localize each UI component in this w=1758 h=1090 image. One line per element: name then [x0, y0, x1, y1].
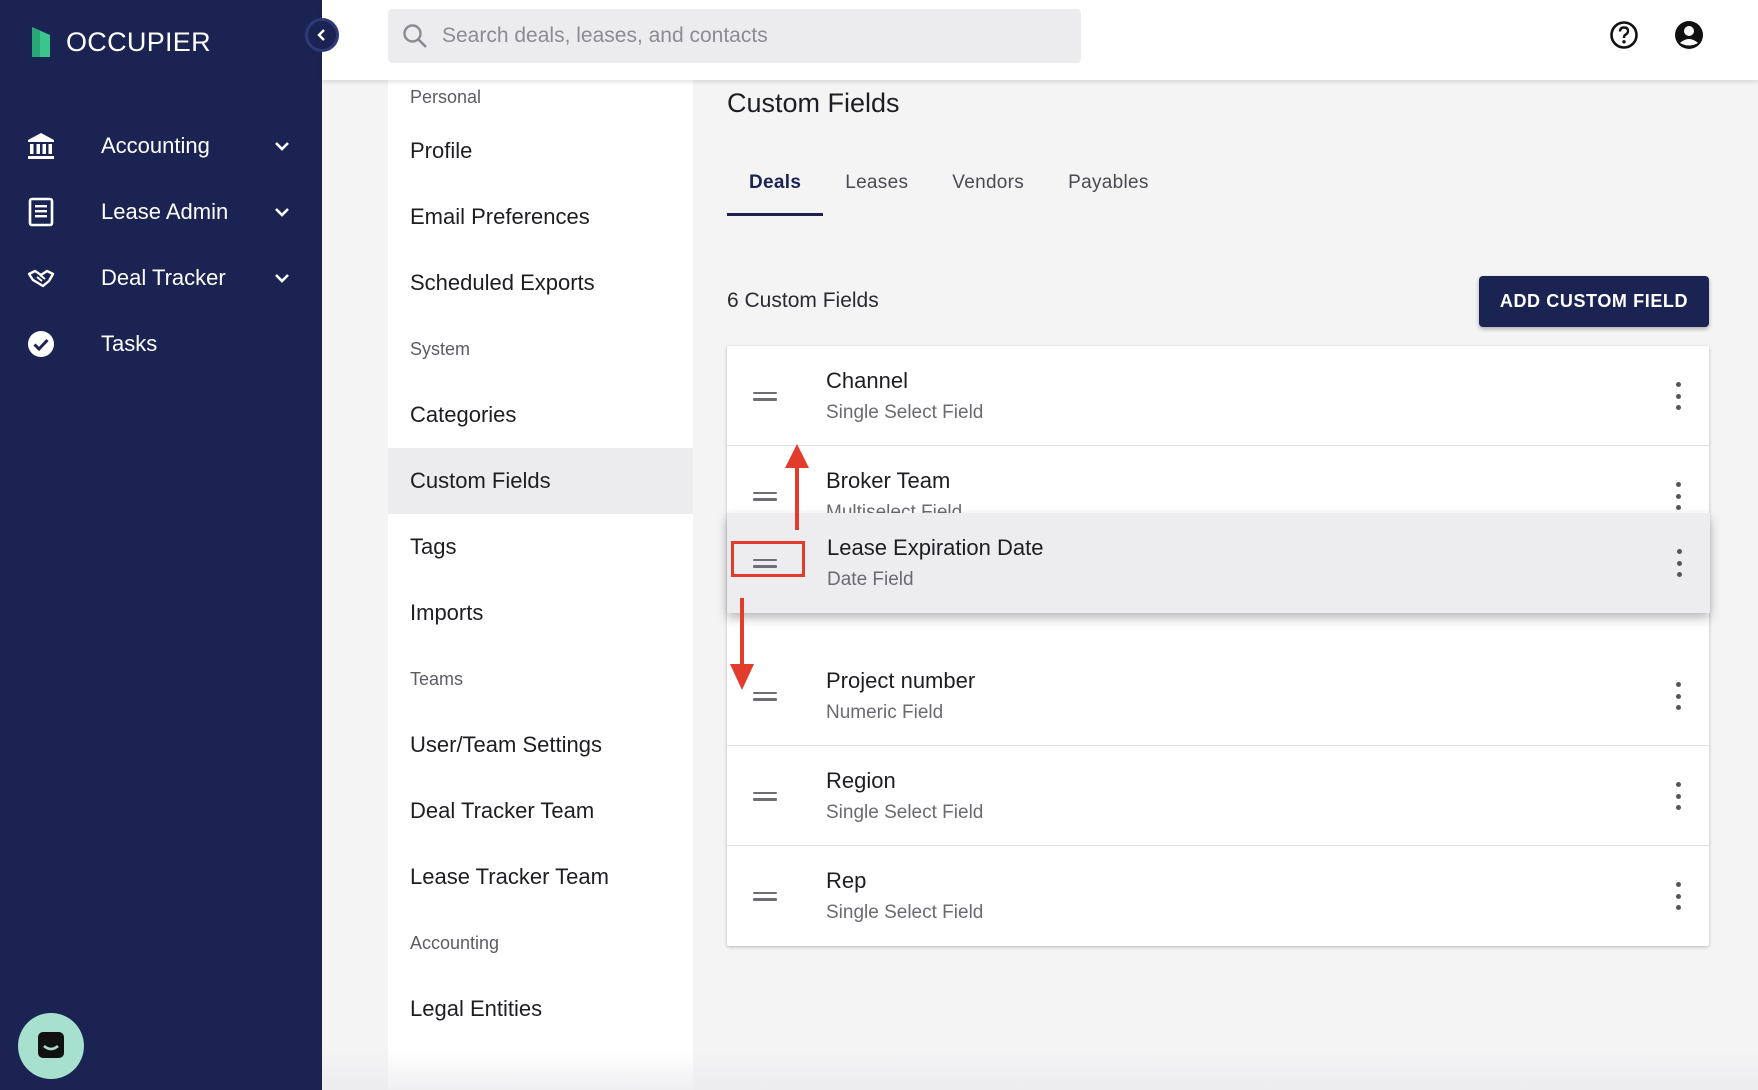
custom-fields-list: Channel Single Select Field Broker Team … [727, 346, 1709, 946]
help-circle-icon [1610, 21, 1638, 49]
menu-section-system: System [410, 338, 471, 359]
menu-item-deal-tracker-team[interactable]: Deal Tracker Team [388, 778, 693, 844]
field-name: Project number [826, 668, 976, 693]
field-type: Single Select Field [826, 802, 984, 823]
menu-section-accounting: Accounting [410, 932, 500, 953]
check-circle-icon [26, 329, 56, 359]
menu-section-personal: Personal [410, 86, 482, 107]
tab-vendors[interactable]: Vendors [930, 172, 1046, 216]
sidebar-item-tasks[interactable]: Tasks [0, 311, 322, 377]
field-name: Broker Team [826, 468, 951, 493]
drag-handle-icon[interactable] [753, 386, 777, 406]
drag-handle-icon[interactable] [753, 886, 777, 906]
brand-name: OCCUPIER [66, 26, 211, 57]
menu-item-custom-fields[interactable]: Custom Fields [388, 448, 693, 514]
menu-item-tags[interactable]: Tags [388, 514, 693, 580]
more-vert-icon[interactable] [1673, 782, 1683, 810]
menu-item-lease-tracker-team[interactable]: Lease Tracker Team [388, 844, 693, 910]
sidebar-item-label: Lease Admin [101, 199, 229, 224]
more-vert-icon[interactable] [1673, 382, 1683, 410]
menu-item-categories[interactable]: Categories [388, 382, 693, 448]
collapse-sidebar-button[interactable] [305, 18, 339, 52]
list-item[interactable]: Region Single Select Field [727, 746, 1709, 846]
sidebar-item-label: Tasks [101, 331, 158, 356]
sidebar-item-accounting[interactable]: Accounting [0, 113, 322, 179]
tab-payables[interactable]: Payables [1046, 172, 1171, 216]
menu-item-user-team-settings[interactable]: User/Team Settings [388, 712, 693, 778]
chevron-down-icon[interactable] [270, 200, 294, 224]
field-type: Single Select Field [826, 402, 984, 423]
more-vert-icon[interactable] [1673, 682, 1683, 710]
list-item[interactable]: Project number Numeric Field [727, 646, 1709, 746]
search-input[interactable] [442, 24, 1042, 48]
more-vert-icon[interactable] [1674, 549, 1684, 577]
list-item[interactable]: Channel Single Select Field [727, 346, 1709, 446]
tab-leases[interactable]: Leases [823, 172, 930, 216]
field-name: Rep [826, 868, 867, 893]
more-vert-icon[interactable] [1673, 882, 1683, 910]
menu-item-legal-entities[interactable]: Legal Entities [388, 976, 693, 1042]
field-name: Channel [826, 368, 908, 393]
drag-handle-highlight [731, 541, 805, 577]
menu-item-imports[interactable]: Imports [388, 580, 693, 646]
account-button[interactable] [1672, 18, 1706, 52]
more-vert-icon[interactable] [1673, 482, 1683, 510]
main-content: Custom Fields Deals Leases Vendors Payab… [693, 80, 1758, 1090]
sidebar-item-lease-admin[interactable]: Lease Admin [0, 179, 322, 245]
field-name: Region [826, 768, 896, 793]
page-title: Custom Fields [727, 88, 900, 118]
chat-launcher-button[interactable] [18, 1013, 84, 1079]
sidebar-item-label: Accounting [101, 133, 210, 158]
field-name: Lease Expiration Date [827, 535, 1044, 560]
arrow-down-annotation-icon [730, 598, 754, 690]
handshake-icon [26, 263, 56, 293]
field-type: Numeric Field [826, 702, 944, 723]
document-icon [26, 197, 56, 227]
occupier-logo-icon [32, 27, 50, 57]
menu-item-email-preferences[interactable]: Email Preferences [388, 184, 693, 250]
dragging-list-item[interactable]: Lease Expiration Date Date Field [727, 513, 1710, 613]
settings-menu: Personal Profile Email Preferences Sched… [388, 80, 693, 1090]
drag-handle-icon[interactable] [753, 786, 777, 806]
field-tabs: Deals Leases Vendors Payables [727, 172, 1171, 216]
custom-field-count: 6 Custom Fields [727, 289, 879, 312]
field-type: Multiselect Field [826, 502, 963, 513]
sidebar-item-deal-tracker[interactable]: Deal Tracker [0, 245, 322, 311]
global-search[interactable] [388, 9, 1081, 63]
menu-item-scheduled-exports[interactable]: Scheduled Exports [388, 250, 693, 316]
add-custom-field-button[interactable]: ADD CUSTOM FIELD [1479, 276, 1709, 327]
brand-logo[interactable]: OCCUPIER [30, 20, 211, 64]
bank-icon [26, 131, 56, 161]
search-icon [403, 24, 427, 48]
top-bar [322, 0, 1758, 80]
list-item[interactable]: Rep Single Select Field [727, 846, 1709, 946]
help-button[interactable] [1607, 18, 1641, 52]
chevron-down-icon[interactable] [270, 266, 294, 290]
chat-bubble-icon [38, 1032, 64, 1058]
list-item[interactable]: Broker Team Multiselect Field [727, 446, 1709, 513]
field-type: Single Select Field [826, 902, 984, 923]
chevron-down-icon[interactable] [270, 134, 294, 158]
main-sidebar: OCCUPIER Accounting Lease Admin Deal Tra… [0, 0, 322, 1090]
drag-handle-icon[interactable] [753, 486, 777, 506]
field-type: Date Field [827, 569, 914, 590]
tab-deals[interactable]: Deals [727, 172, 824, 216]
arrow-up-annotation-icon [785, 444, 809, 530]
chevron-left-icon [317, 29, 325, 41]
menu-section-teams: Teams [410, 668, 464, 689]
account-circle-icon [1675, 21, 1703, 49]
menu-item-profile[interactable]: Profile [388, 118, 693, 184]
sidebar-nav: Accounting Lease Admin Deal Tracker Task… [0, 113, 322, 377]
sidebar-item-label: Deal Tracker [101, 265, 226, 290]
